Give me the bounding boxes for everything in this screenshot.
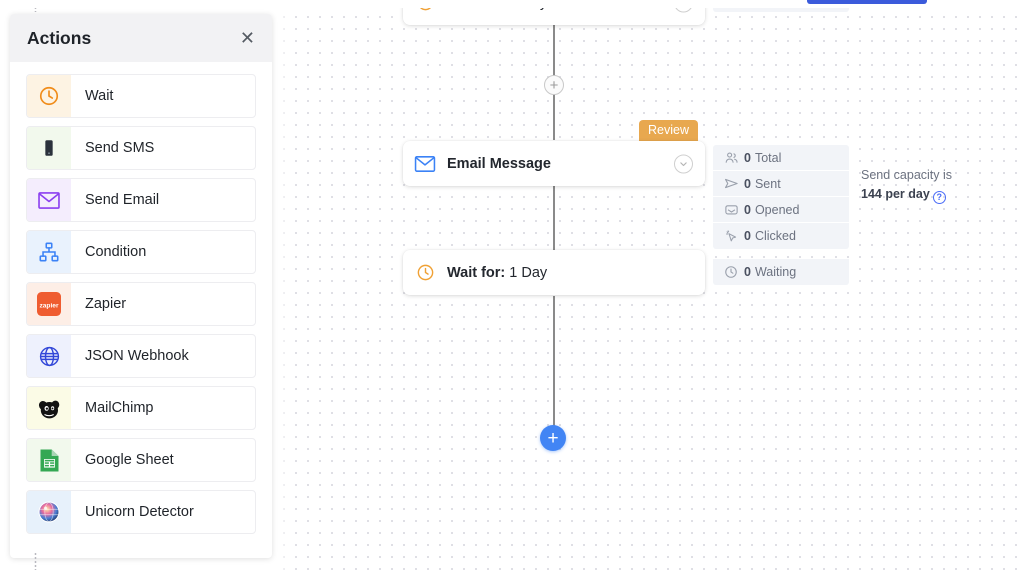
send-capacity-label: Send capacity is <box>861 168 953 182</box>
workflow-node-label: Wait for: 1 Day <box>447 265 547 281</box>
unicorn-globe-icon <box>27 491 71 533</box>
stat-count: 0 <box>744 265 751 279</box>
action-item-send-sms[interactable]: Send SMS <box>26 126 256 170</box>
paper-plane-icon <box>724 176 744 191</box>
stat-label: Total <box>754 150 782 165</box>
stat-count: 0 <box>744 176 751 191</box>
email-stats-panel: 0 Total 0 Sent 0 Opened 0 Clicked <box>713 145 849 249</box>
zapier-logo-icon: zapier <box>27 283 71 325</box>
chevron-down-icon[interactable] <box>674 154 693 173</box>
envelope-icon <box>403 155 447 173</box>
action-item-label: Google Sheet <box>85 452 174 468</box>
stat-label: Clicked <box>754 229 796 243</box>
action-item-label: JSON Webhook <box>85 348 189 364</box>
workflow-builder-screen: + + Wait for: 1 Day Review Email Message <box>0 0 1024 572</box>
stat-count: 0 <box>744 202 751 217</box>
add-node-button[interactable]: + <box>540 425 566 451</box>
envelope-icon <box>27 179 71 221</box>
mobile-phone-icon <box>27 127 71 169</box>
action-item-label: Send Email <box>85 192 160 208</box>
branch-condition-icon <box>27 231 71 273</box>
connector-line-middle <box>553 186 555 258</box>
stat-label: Sent <box>754 176 781 191</box>
send-capacity-info: Send capacity is 144 per day? <box>861 166 991 204</box>
actions-panel-header: Actions ✕ <box>10 14 272 62</box>
action-item-mailchimp[interactable]: MailChimp <box>26 386 256 430</box>
workflow-node-label: Email Message <box>447 156 551 172</box>
google-sheets-icon <box>27 439 71 481</box>
node-prefix: Wait for: <box>447 264 506 281</box>
page-title: Actions <box>27 27 92 48</box>
stat-row-clicked: 0 Clicked <box>713 223 849 249</box>
connector-line-bottom <box>553 296 555 426</box>
cursor-click-icon <box>724 229 744 244</box>
node-prefix: Email Message <box>447 155 551 172</box>
stat-row-waiting: 0 Waiting <box>713 259 849 285</box>
stat-count: 0 <box>744 229 751 243</box>
open-envelope-icon <box>724 202 744 217</box>
clock-icon <box>27 75 71 117</box>
canvas-left-fade <box>277 8 291 572</box>
node-value: 1 Day <box>509 264 548 281</box>
action-item-label: Send SMS <box>85 140 155 156</box>
stat-row-total: 0 Total <box>713 145 849 171</box>
send-capacity-value: 144 per day <box>861 187 930 201</box>
actions-list: Wait Send SMS Send Email Condition zapie… <box>10 62 272 558</box>
stat-label: Opened <box>754 202 800 217</box>
action-item-label: Condition <box>85 244 147 260</box>
connector-line-top <box>553 8 555 140</box>
action-item-google-sheet[interactable]: Google Sheet <box>26 438 256 482</box>
action-item-condition[interactable]: Condition <box>26 230 256 274</box>
action-item-send-email[interactable]: Send Email <box>26 178 256 222</box>
stat-row-sent: 0 Sent <box>713 171 849 197</box>
stat-row-opened: 0 Opened <box>713 197 849 223</box>
panel-drag-handle-bottom[interactable] <box>34 552 37 570</box>
stats-waiting-panel: 0 Waiting <box>713 259 849 285</box>
top-blue-button-cutoff[interactable] <box>807 0 927 4</box>
globe-icon <box>27 335 71 377</box>
action-item-label: Zapier <box>85 296 127 312</box>
close-icon[interactable]: ✕ <box>237 27 258 49</box>
action-item-unicorn-detector[interactable]: Unicorn Detector <box>26 490 256 534</box>
mailchimp-logo-icon <box>27 387 71 429</box>
actions-panel: Actions ✕ Wait Send SMS Send Email Condi… <box>10 14 272 558</box>
svg-text:zapier: zapier <box>39 303 58 310</box>
action-item-label: Unicorn Detector <box>85 504 194 520</box>
clock-icon <box>403 263 447 282</box>
workflow-node-wait-bottom[interactable]: Wait for: 1 Day <box>403 250 705 295</box>
action-item-wait[interactable]: Wait <box>26 74 256 118</box>
stat-label: Waiting <box>754 265 797 279</box>
people-icon <box>724 150 744 165</box>
clock-icon <box>724 265 744 279</box>
action-item-json-webhook[interactable]: JSON Webhook <box>26 334 256 378</box>
status-badge-review[interactable]: Review <box>639 120 698 141</box>
add-step-button[interactable]: + <box>544 75 564 95</box>
action-item-label: Wait <box>85 88 114 104</box>
stat-count: 0 <box>744 150 751 165</box>
workflow-node-email-message[interactable]: Email Message <box>403 141 705 186</box>
action-item-label: MailChimp <box>85 400 154 416</box>
action-item-zapier[interactable]: zapier Zapier <box>26 282 256 326</box>
help-icon[interactable]: ? <box>932 191 946 204</box>
